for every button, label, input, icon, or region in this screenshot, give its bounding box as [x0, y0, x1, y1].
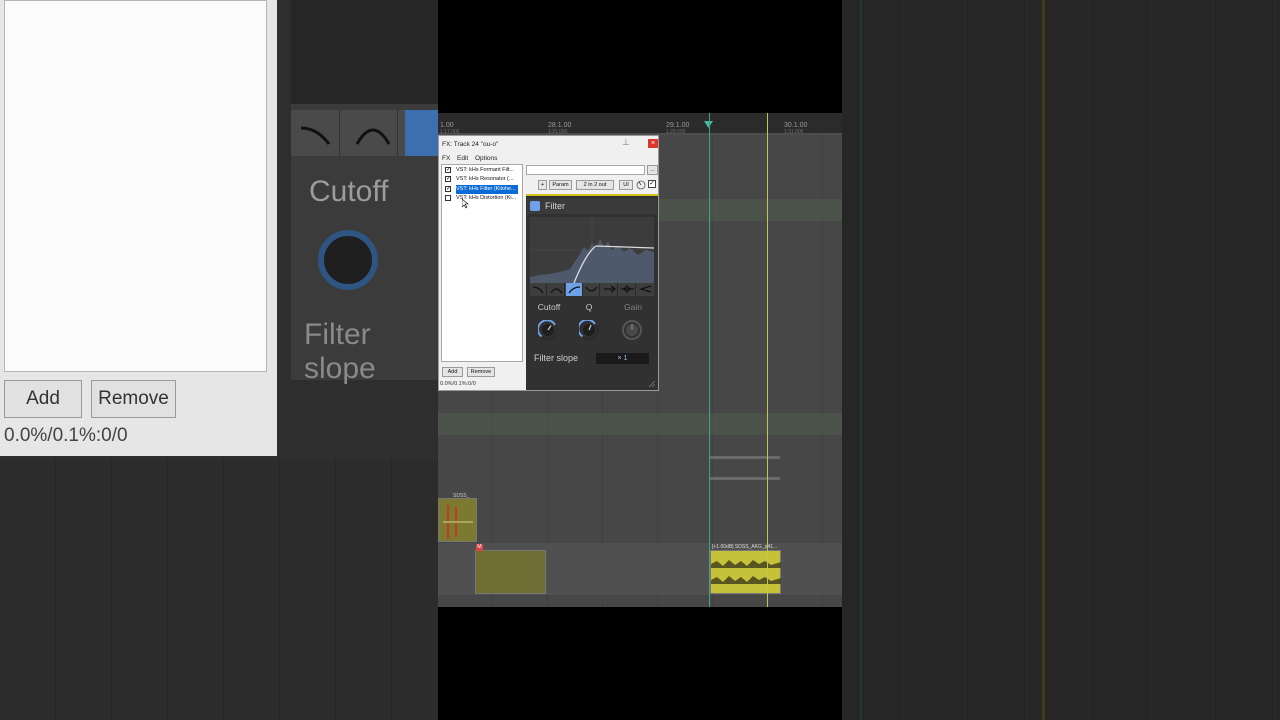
media-item-label: SDSS_ — [453, 493, 470, 499]
enable-checkbox[interactable] — [445, 195, 451, 201]
ruler-mark: 1.00 — [440, 122, 454, 129]
pin-icon[interactable]: ⊥ — [622, 137, 630, 148]
bg-plugin-graph — [291, 0, 438, 104]
fx-chain-item-label: VST: kHs Filter (Kilohe... — [456, 185, 518, 194]
bg-add-button: Add — [4, 380, 82, 418]
preset-input[interactable] — [526, 165, 645, 175]
bg-cutoff-label: Cutoff — [309, 175, 389, 208]
media-item[interactable]: SDSS_ — [438, 493, 477, 542]
bg-fx-list — [4, 0, 267, 372]
enable-checkbox[interactable]: ✓ — [445, 186, 451, 192]
edit-cursor-line — [767, 113, 768, 607]
fx-chain-list[interactable]: ✓ VST: kHs Formant Filt... ✓ VST: kHs Re… — [441, 164, 523, 362]
io-routing-button[interactable]: 2 in 2 out — [576, 180, 614, 190]
check-icon: ✓ — [446, 186, 452, 192]
add-param-button[interactable]: + — [538, 180, 547, 190]
q-knob[interactable] — [579, 320, 599, 340]
add-fx-button[interactable]: Add — [442, 367, 463, 377]
fx-chain-item[interactable]: ✓ VST: kHs Formant Filt... — [444, 166, 521, 175]
bg-highpass-icon — [405, 110, 438, 156]
peak-icon[interactable] — [548, 283, 565, 296]
plugin-name: Filter — [545, 201, 565, 211]
q-label: Q — [585, 302, 593, 312]
bg-filter-slope-label: Filter slope — [304, 318, 376, 385]
fx-chain-item-label: VST: kHs Resonator (... — [456, 176, 514, 182]
bg-remove-button: Remove — [91, 380, 176, 418]
fx-window-title: FX: Track 24 "ou-o" — [442, 141, 499, 148]
enable-checkbox[interactable]: ✓ — [445, 176, 451, 182]
bg-shape-icon — [291, 110, 340, 156]
param-button[interactable]: Param — [549, 180, 572, 190]
bg-right-grid — [842, 0, 1280, 720]
track-lane-highlight — [438, 413, 842, 435]
notch-icon[interactable] — [583, 283, 600, 296]
check-icon: ✓ — [649, 180, 655, 187]
filter-slope-dropdown[interactable]: × 1 — [596, 353, 649, 364]
plugin-panel[interactable]: Filter Cutoff Q Gain Filter slope × 1 — [526, 194, 658, 390]
remove-fx-button[interactable]: Remove — [467, 367, 495, 377]
filter-shape-bar[interactable] — [530, 283, 654, 296]
waveform — [711, 560, 781, 584]
fx-chain-item[interactable]: ✓ VST: kHs Resonator (... — [444, 175, 521, 184]
media-item[interactable]: M — [475, 544, 546, 594]
check-icon: ✓ — [446, 176, 452, 182]
bg-cutoff-knob — [318, 230, 378, 290]
fx-window[interactable]: FX: Track 24 "ou-o" ⊥ × FX Edit Options … — [438, 135, 659, 391]
media-item-selected[interactable]: [+1.00dB] SDSS_AKG_p41... — [710, 544, 781, 594]
check-icon: ✓ — [446, 167, 452, 173]
envelope-segment — [710, 456, 780, 459]
menu-options[interactable]: Options — [475, 155, 497, 162]
cutoff-label: Cutoff — [537, 302, 561, 312]
fx-chain-item-label: VST: kHs Formant Filt... — [456, 167, 515, 173]
background-right — [842, 0, 1280, 720]
wet-knob-icon[interactable] — [636, 180, 646, 190]
ui-toggle-button[interactable]: UI — [619, 180, 633, 190]
mouse-cursor-icon — [462, 199, 469, 209]
play-cursor-line — [709, 113, 710, 607]
bg-peak-icon — [349, 110, 398, 156]
cpu-status-text: 0.0%/0.1%:0/0 — [440, 381, 476, 387]
high-shelf-icon[interactable] — [530, 283, 547, 296]
enable-checkbox[interactable]: ✓ — [445, 167, 451, 173]
close-button[interactable]: × — [648, 139, 658, 148]
ruler-mark: 29.1.00 — [666, 122, 690, 129]
menu-edit[interactable]: Edit — [457, 155, 468, 162]
background-left: Add Remove 0.0%/0.1%:0/0 Cutoff Filter s… — [0, 0, 438, 720]
resize-grip-icon[interactable] — [647, 379, 656, 388]
ruler-mark: 30.1.00 — [784, 122, 808, 129]
filter-slope-label: Filter slope — [534, 353, 579, 363]
plugin-enable-toggle[interactable] — [530, 201, 540, 211]
mute-badge[interactable]: M — [476, 544, 483, 551]
waveform — [443, 505, 473, 539]
frequency-response-svg — [530, 217, 654, 283]
timeline-ruler[interactable]: 1.00 1:17.000 28.1.00 1:21.000 29.1.00 1… — [438, 113, 842, 135]
highpass-icon[interactable] — [566, 283, 583, 296]
ruler-mark: 28.1.00 — [548, 122, 572, 129]
bypass-checkbox[interactable]: ✓ — [648, 180, 656, 188]
bg-arrange-grid — [0, 460, 438, 720]
fx-chain-item[interactable]: VST: kHs Distortion (Ki... — [444, 194, 521, 203]
bg-right-cursor-line — [860, 0, 862, 720]
menu-fx[interactable]: FX — [442, 155, 450, 162]
frequency-graph[interactable] — [530, 217, 654, 284]
bg-status-text: 0.0%/0.1%:0/0 — [4, 425, 128, 446]
fx-chain-item-selected[interactable]: ✓ VST: kHs Filter (Kilohe... — [444, 185, 521, 194]
preset-menu-button[interactable]: ... — [647, 165, 658, 175]
gain-knob[interactable] — [622, 320, 642, 340]
cutoff-knob[interactable] — [538, 320, 558, 340]
lowpass-icon[interactable] — [601, 283, 618, 296]
low-shelf-icon[interactable] — [637, 283, 654, 296]
gain-label: Gain — [624, 302, 642, 312]
bandpass-icon[interactable] — [619, 283, 636, 296]
envelope-segment — [710, 477, 780, 480]
bg-right-edit-line — [1042, 0, 1045, 720]
